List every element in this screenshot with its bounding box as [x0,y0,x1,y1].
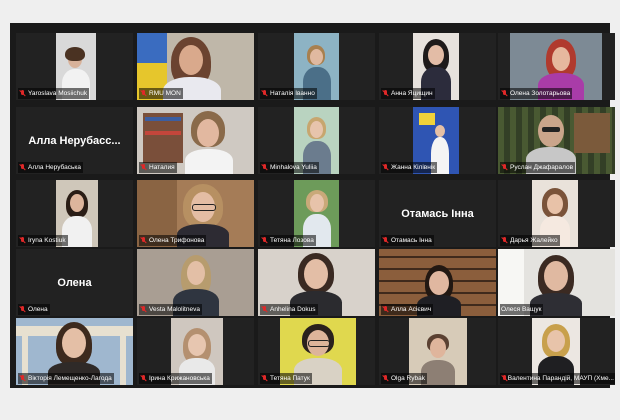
participant-display-name: Отамась Інна [401,207,474,220]
participant-name-label: Minhalova Yuliia [260,162,319,173]
participant-tile[interactable]: Отамась Інна Отамась Інна [379,180,496,247]
participant-tile[interactable]: Vesta Malolitneva [137,249,254,316]
mic-muted-icon [140,305,147,314]
mic-muted-icon [501,374,506,383]
participant-name-label: Iryna Kostiuk [18,235,68,246]
mic-muted-icon [19,163,26,172]
mic-muted-icon [261,163,268,172]
mic-muted-icon [140,236,147,245]
mic-muted-icon [501,236,508,245]
mic-muted-icon [382,89,389,98]
participant-name-label: Anhelina Dokus [260,304,318,315]
participant-display-name: Олена [57,276,92,289]
participant-tile[interactable]: Iryna Kostiuk [16,180,133,247]
participant-name-label: Ірина Крижановська [139,373,212,384]
mic-muted-icon [382,236,389,245]
participant-tile[interactable]: Ірина Крижановська [137,318,254,385]
participant-tile[interactable]: RMU MON [137,33,254,100]
participant-name-label: Алла Нерубаська [18,162,83,173]
mic-muted-icon [19,305,26,314]
participant-name-label: Олена Трифонова [139,235,207,246]
mic-muted-icon [261,236,268,245]
participant-tile[interactable]: Анна Яцищин [379,33,496,100]
participant-tile[interactable]: Алла Асієвич [379,249,496,316]
participant-name-label: Алла Асієвич [381,304,434,315]
mic-muted-icon [382,163,389,172]
mic-muted-icon [261,374,268,383]
participant-name-label: Отамась Інна [381,235,434,246]
participant-tile[interactable]: Олена Олена [16,249,133,316]
participant-tile[interactable]: Олена Золотарьова [498,33,615,100]
participant-tile[interactable]: Тетяна Лозова [258,180,375,247]
participant-tile[interactable]: Yaroslava Mosiichuk [16,33,133,100]
participant-tile[interactable]: Олена Трифонова [137,180,254,247]
participant-name-label: Тетяна Лозова [260,235,316,246]
participant-name-label: Валентина Парандій, МАУП (Хме... [500,373,615,384]
participant-tile[interactable]: Наталія Іванно [258,33,375,100]
mic-muted-icon [501,89,508,98]
participant-tile[interactable]: Anhelina Dokus [258,249,375,316]
mic-muted-icon [140,163,147,172]
participant-tile-active-speaker[interactable]: Олеся Ващук [498,249,615,316]
mic-muted-icon [140,89,147,98]
participant-tile[interactable]: Руслан Джафаралов [498,107,615,174]
mic-muted-icon [19,374,26,383]
mic-muted-icon [261,305,268,314]
participant-name-label: Vesta Malolitneva [139,304,202,315]
participant-name-label: RMU MON [139,88,183,99]
video-gallery: Yaroslava Mosiichuk RMU MON Наталія Іван… [10,23,615,388]
participant-tile[interactable]: Валентина Парандій, МАУП (Хме... [498,318,615,385]
participant-name-label: Олеся Ващук [500,304,544,315]
participant-tile[interactable]: Minhalova Yuliia [258,107,375,174]
participant-name-label: Вікторія Лемещенко-Лагода [18,373,114,384]
participant-name-label: Olga Rybak [381,373,427,384]
mic-muted-icon [140,374,147,383]
mic-muted-icon [19,236,26,245]
mic-muted-icon [501,163,508,172]
mic-muted-icon [382,305,389,314]
mic-muted-icon [19,89,26,98]
mic-muted-icon [382,374,389,383]
participant-name-label: Тетяна Патук [260,373,312,384]
participant-tile[interactable]: Дарья Жалейко [498,180,615,247]
participant-name-label: Олена [18,304,50,315]
participant-name-label: Руслан Джафаралов [500,162,576,173]
mic-muted-icon [261,89,268,98]
participant-name-label: Дарья Жалейко [500,235,560,246]
participant-name-label: Анна Яцищин [381,88,435,99]
participant-name-label: Наталия [139,162,177,173]
participant-tile[interactable]: Тетяна Патук [258,318,375,385]
participant-display-name: Алла Нерубасс... [28,134,121,147]
participant-name-label: Жанна Кілівнік [381,162,438,173]
participant-tile[interactable]: Olga Rybak [379,318,496,385]
participant-name-label: Олена Золотарьова [500,88,573,99]
participant-name-label: Yaroslava Mosiichuk [18,88,90,99]
participant-name-label: Наталія Іванно [260,88,317,99]
participant-tile[interactable]: Вікторія Лемещенко-Лагода [16,318,133,385]
participant-tile[interactable]: Жанна Кілівнік [379,107,496,174]
participant-tile[interactable]: Наталия [137,107,254,174]
participant-tile[interactable]: Алла Нерубасс... Алла Нерубаська [16,107,133,174]
